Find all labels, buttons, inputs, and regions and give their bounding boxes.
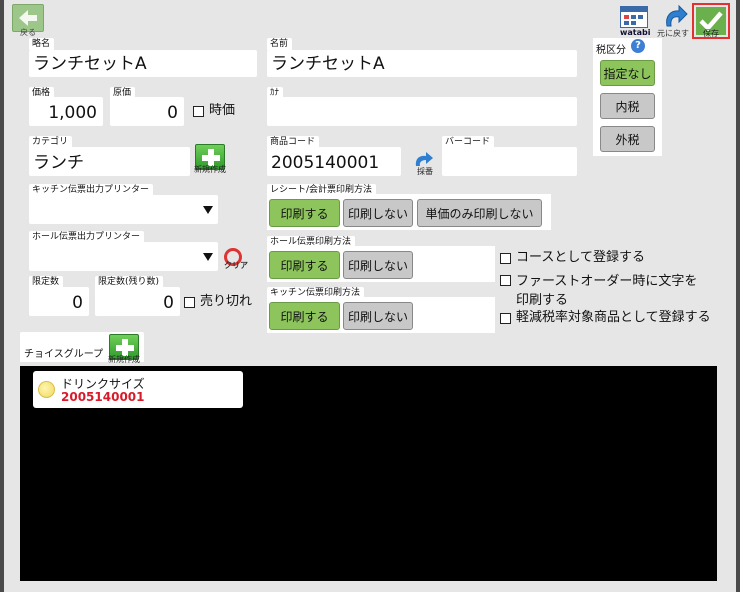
name-value: ランチセットA: [271, 54, 385, 74]
revert-button[interactable]: 元に戻す: [657, 4, 691, 38]
watabi-label: watabi: [620, 28, 651, 37]
name-field[interactable]: ランチセットA: [267, 50, 577, 77]
chevron-down-icon: [203, 253, 213, 261]
short-name-label: 略名: [29, 38, 55, 50]
tax-option-inclusive[interactable]: 内税: [600, 93, 655, 119]
first-order-box[interactable]: [500, 275, 511, 286]
course-checkbox[interactable]: コースとして登録する: [500, 250, 645, 266]
short-name-field[interactable]: ランチセットA: [29, 50, 257, 77]
price-value: 1,000: [48, 103, 97, 123]
sold-out-box[interactable]: [184, 297, 195, 308]
receipt-print-no-unit-price[interactable]: 単価のみ印刷しない: [417, 199, 542, 227]
choice-group-label: チョイスグループ: [24, 349, 104, 360]
undo-arrow-icon: [666, 4, 688, 27]
kitchen-print-label: キッチン伝票印刷方法: [267, 287, 365, 299]
limit-field[interactable]: 0: [29, 287, 89, 316]
save-label: 保存: [703, 29, 719, 38]
first-order-text-line2: 印刷する: [516, 293, 569, 308]
choice-item-code: 2005140001: [61, 390, 145, 404]
market-price-box[interactable]: [193, 106, 204, 117]
numbering-button[interactable]: 採番: [409, 150, 439, 176]
watabi-button[interactable]: watabi: [618, 4, 652, 38]
choice-group-card[interactable]: ドリンクサイズ 2005140001: [33, 371, 243, 408]
limit-remaining-value: 0: [163, 293, 174, 313]
kana-field[interactable]: [267, 97, 577, 126]
edit-panel: 戻る watabi 元に戻す 保存 略名 ランチセットA 名前 ランチセットA: [4, 0, 736, 592]
hall-print-off[interactable]: 印刷しない: [343, 251, 413, 279]
name-label: 名前: [267, 38, 293, 50]
choice-group-new-button[interactable]: 新規作成: [108, 334, 140, 364]
receipt-print-label: レシート/会計票印刷方法: [267, 184, 377, 196]
short-name-value: ランチセットA: [33, 54, 147, 74]
back-button[interactable]: 戻る: [12, 4, 46, 37]
help-icon[interactable]: ?: [631, 39, 645, 53]
course-box[interactable]: [500, 253, 511, 264]
kitchen-print-on[interactable]: 印刷する: [269, 302, 340, 330]
receipt-print-off[interactable]: 印刷しない: [343, 199, 413, 227]
hall-print-label: ホール伝票印刷方法: [267, 236, 356, 248]
barcode-field[interactable]: [442, 147, 577, 176]
hall-printer-select[interactable]: [29, 242, 218, 271]
limit-remaining-field[interactable]: 0: [95, 287, 180, 316]
limit-value: 0: [72, 293, 83, 313]
reduced-tax-checkbox[interactable]: 軽減税率対象商品として登録する: [500, 310, 711, 326]
save-button[interactable]: 保存: [692, 3, 730, 39]
chevron-down-icon: [203, 206, 213, 214]
reduced-tax-text: 軽減税率対象商品として登録する: [516, 310, 711, 325]
tax-option-exclusive[interactable]: 外税: [600, 126, 655, 152]
course-text: コースとして登録する: [516, 250, 645, 265]
receipt-print-on[interactable]: 印刷する: [269, 199, 340, 227]
tax-label: 税区分: [596, 45, 626, 56]
sold-out-text: 売り切れ: [200, 294, 253, 309]
cost-value: 0: [167, 103, 178, 123]
kitchen-print-off[interactable]: 印刷しない: [343, 302, 413, 330]
reduced-tax-box[interactable]: [500, 313, 511, 324]
price-field[interactable]: 1,000: [29, 97, 103, 126]
numbering-label: 採番: [417, 167, 433, 176]
category-new-button[interactable]: 新規作成: [194, 144, 226, 174]
product-code-value: 2005140001: [271, 153, 380, 173]
back-label: 戻る: [20, 28, 36, 37]
choice-group-new-label: 新規作成: [108, 355, 140, 364]
hall-printer-clear-button[interactable]: クリア: [220, 248, 248, 274]
status-dot-icon: [38, 381, 55, 398]
tax-option-none[interactable]: 指定なし: [600, 60, 655, 86]
hall-print-on[interactable]: 印刷する: [269, 251, 340, 279]
first-order-checkbox[interactable]: ファーストオーダー時に文字を 印刷する: [500, 272, 697, 310]
market-price-checkbox[interactable]: 時価: [193, 103, 235, 119]
first-order-text-line1: ファーストオーダー時に文字を: [516, 274, 698, 289]
product-code-field[interactable]: 2005140001: [267, 147, 401, 176]
category-new-label: 新規作成: [194, 165, 226, 174]
sold-out-checkbox[interactable]: 売り切れ: [184, 294, 252, 310]
market-price-text: 時価: [209, 103, 236, 118]
clear-label: クリア: [224, 261, 248, 270]
first-order-text: ファーストオーダー時に文字を 印刷する: [516, 272, 697, 310]
category-value: ランチ: [33, 153, 84, 173]
cost-field[interactable]: 0: [110, 97, 184, 126]
kitchen-printer-select[interactable]: [29, 195, 218, 224]
calendar-icon: [620, 6, 648, 28]
category-field[interactable]: ランチ: [29, 147, 190, 176]
